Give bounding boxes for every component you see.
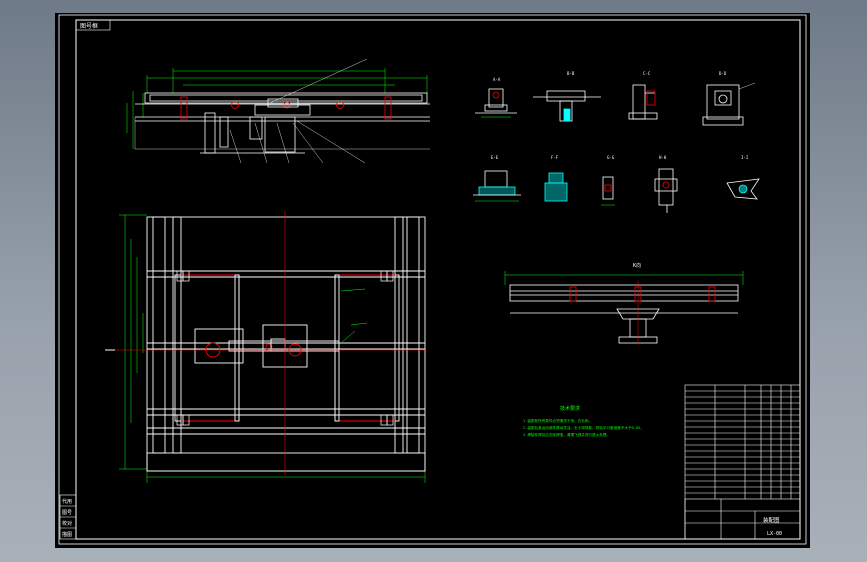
drawing-sheet: 图号框 代用 图号 校对 描图 A-A B-B C-C D-D E-E F-F … <box>55 13 810 548</box>
top-left-tag-text: 图号框 <box>80 22 98 30</box>
section-b-label: B-B <box>567 71 575 76</box>
section-c-label: C-C <box>643 71 651 76</box>
side-block-4: 描图 <box>62 531 72 538</box>
section-views-2: E-E F-F G-G H-H I-I <box>473 155 760 213</box>
side-view: K向 <box>504 262 744 345</box>
side-block-1: 代用 <box>62 498 72 505</box>
section-i-label: I-I <box>741 155 749 160</box>
elevation-dimensions <box>126 68 428 149</box>
notes-line-3: 3.焊接件焊后应去除焊渣，清理飞溅并进行退火处理。 <box>523 432 610 437</box>
side-view-label: K向 <box>633 262 641 269</box>
notes-line-2: 2.装配后各运动部件移动灵活，无卡滞现象，导轨平行度误差不大于0.05。 <box>523 425 644 430</box>
inner-border <box>75 19 801 540</box>
notes-line-1: 1.装配前所有零件必须清洗干净，去毛刺。 <box>523 418 592 423</box>
section-f: F-F <box>544 155 568 202</box>
elevation-view <box>126 58 430 164</box>
section-f-label: F-F <box>551 155 559 160</box>
technical-notes: 技术要求 1.装配前所有零件必须清洗干净，去毛刺。 2.装配后各运动部件移动灵活… <box>523 405 644 437</box>
notes-heading: 技术要求 <box>560 405 580 412</box>
section-e-label: E-E <box>491 155 499 160</box>
top-left-tag: 图号框 <box>75 19 111 31</box>
section-d: D-D <box>702 71 756 126</box>
cad-drawing: 图号框 代用 图号 校对 描图 A-A B-B C-C D-D E-E F-F … <box>58 14 807 545</box>
outer-border <box>58 14 807 545</box>
title-block-code: LX-00 <box>767 531 782 537</box>
section-i: I-I <box>726 155 760 200</box>
parts-list-rows <box>685 390 800 494</box>
side-block-2: 图号 <box>62 510 72 516</box>
section-d-label: D-D <box>719 71 727 76</box>
section-e: E-E <box>473 155 521 202</box>
section-h-label: H-H <box>659 155 667 160</box>
section-g-label: G-G <box>607 155 615 160</box>
section-a: A-A <box>475 77 517 118</box>
side-block: 代用 图号 校对 描图 <box>59 494 77 540</box>
side-block-3: 校对 <box>62 520 72 527</box>
section-b: B-B <box>533 71 601 122</box>
section-views: A-A B-B C-C D-D <box>475 71 756 126</box>
section-a-label: A-A <box>493 77 501 82</box>
title-block: 装配图 LX-00 <box>684 384 801 540</box>
section-c: C-C <box>628 71 658 120</box>
plan-view <box>105 211 427 483</box>
title-block-name: 装配图 <box>763 516 780 524</box>
section-h: H-H <box>654 155 678 213</box>
section-g: G-G <box>601 155 615 206</box>
